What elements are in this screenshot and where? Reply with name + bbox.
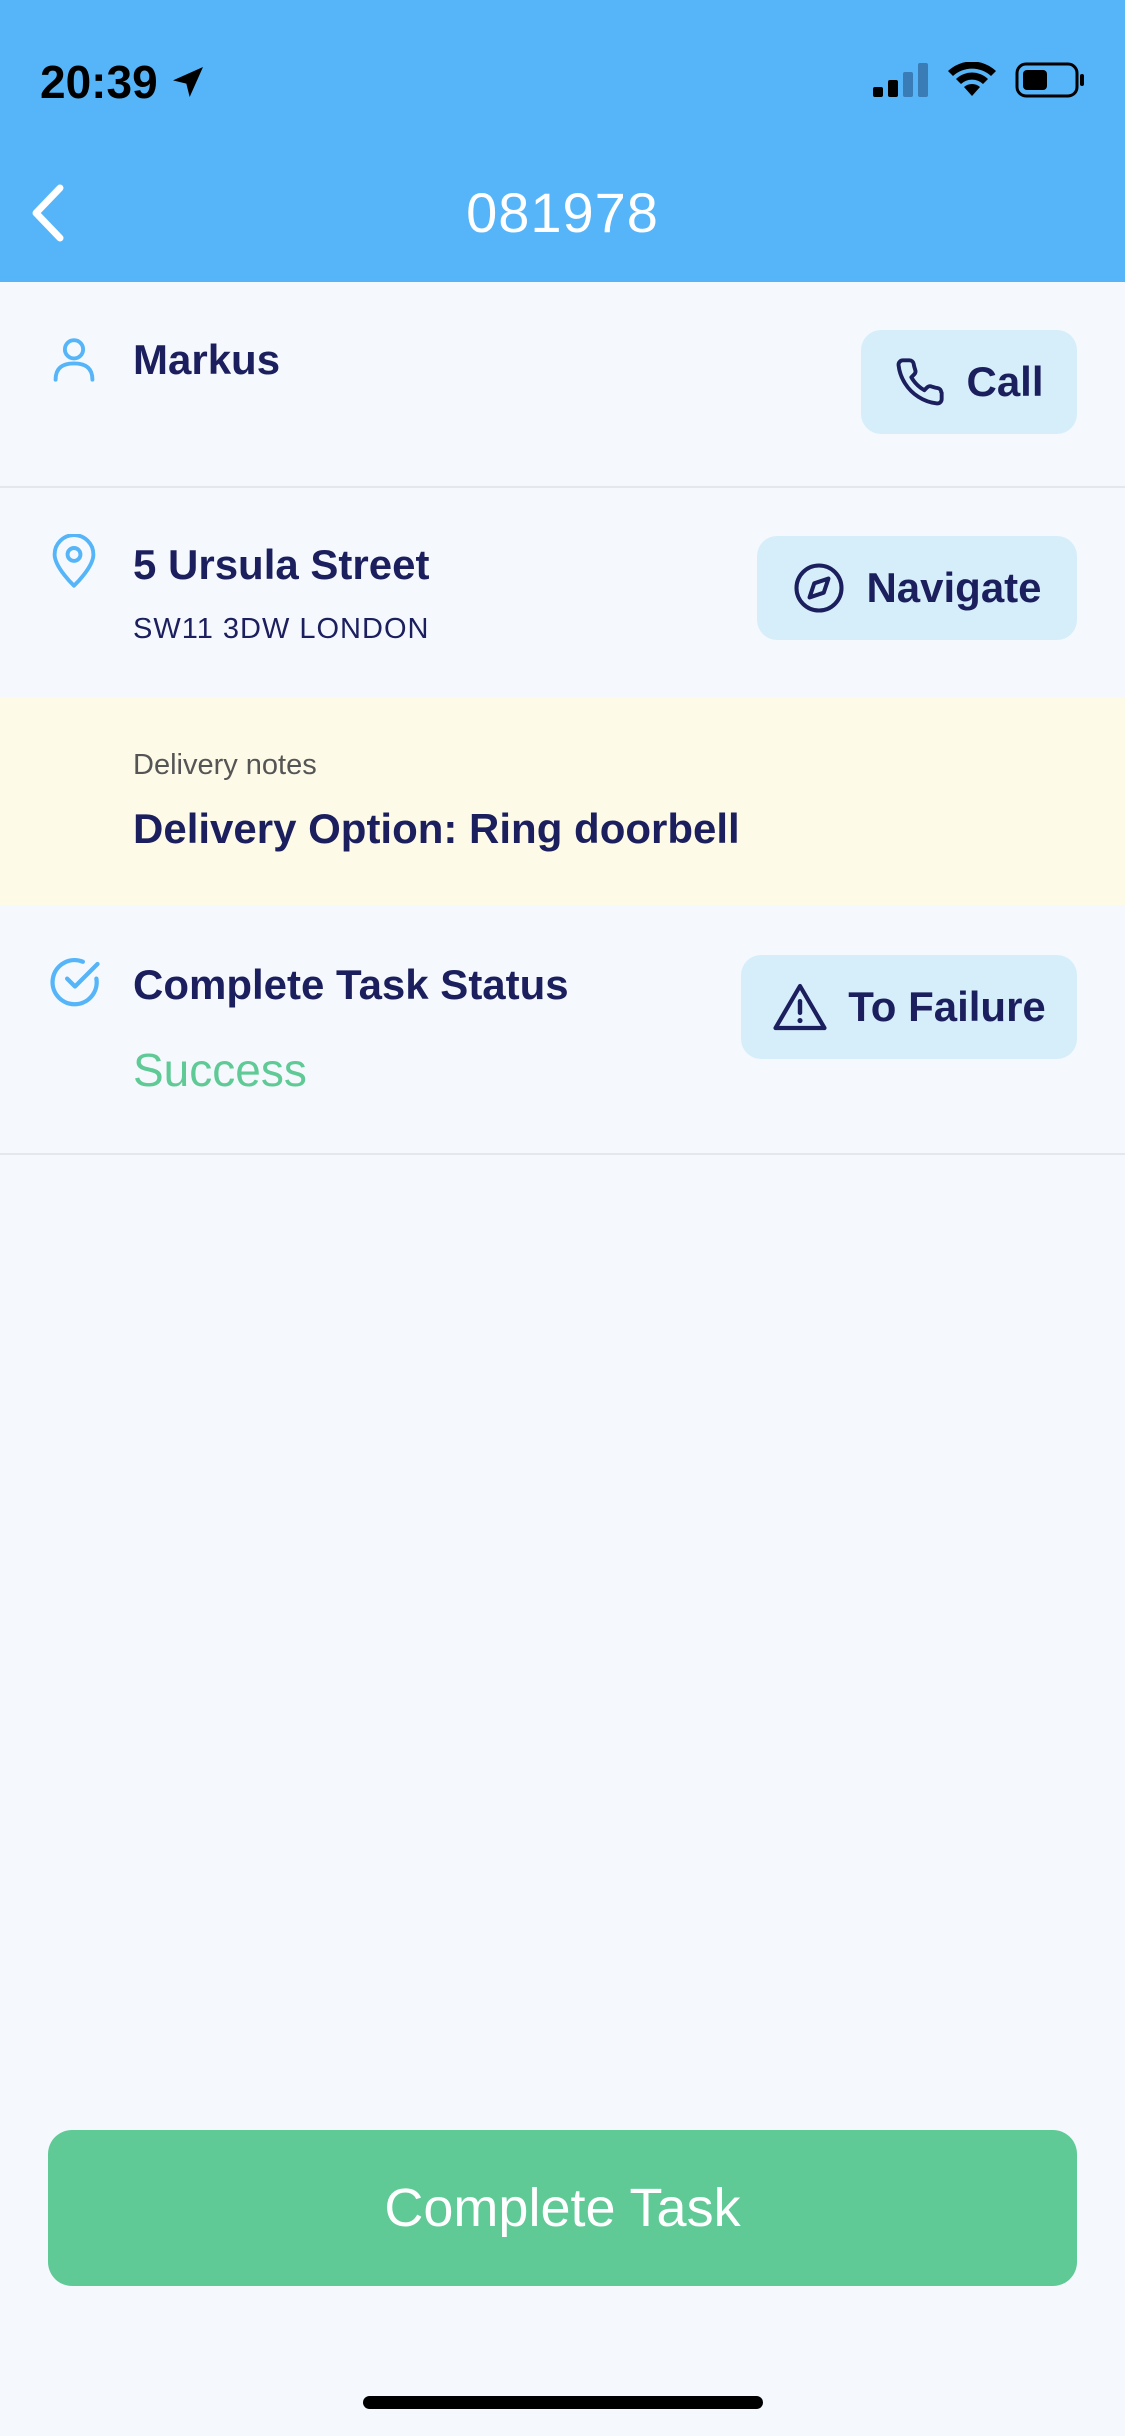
task-status-value: Success	[133, 1044, 307, 1096]
delivery-notes-label: Delivery notes	[133, 749, 317, 781]
status-time-text: 20:39	[40, 56, 158, 108]
delivery-notes-section: Delivery notes Delivery Option: Ring doo…	[0, 697, 1125, 905]
home-indicator	[363, 2396, 763, 2409]
task-status-title: Complete Task Status	[133, 961, 569, 1008]
postcode-city: SW11 3DW LONDON	[133, 613, 430, 645]
customer-section: Markus Call	[0, 282, 1125, 488]
complete-task-label: Complete Task	[384, 2178, 741, 2238]
status-time: 20:39	[40, 55, 208, 109]
compass-icon	[794, 563, 844, 613]
street-address: 5 Ursula Street	[133, 541, 430, 588]
call-label: Call	[966, 358, 1044, 405]
call-button[interactable]: Call	[861, 330, 1077, 434]
page-title: 081978	[466, 181, 659, 244]
status-indicators	[873, 62, 1085, 98]
battery-icon	[1015, 62, 1084, 98]
to-failure-label: To Failure	[848, 983, 1046, 1030]
check-circle-icon	[50, 958, 100, 1007]
customer-name: Markus	[133, 336, 281, 383]
app-header: 20:39 081978	[0, 0, 1125, 282]
wifi-icon	[948, 62, 996, 96]
navigate-label: Navigate	[866, 564, 1042, 611]
user-icon	[53, 338, 95, 382]
complete-task-button[interactable]: Complete Task	[48, 2130, 1077, 2286]
cellular-signal-icon	[873, 63, 928, 97]
navigate-button[interactable]: Navigate	[757, 536, 1077, 640]
address-section: 5 Ursula Street SW11 3DW LONDON Navigate	[0, 486, 1125, 697]
phone-icon	[897, 358, 945, 406]
location-arrow-icon	[172, 67, 203, 97]
delivery-notes-text: Delivery Option: Ring doorbell	[133, 805, 740, 852]
map-pin-icon	[52, 534, 96, 588]
warning-triangle-icon	[773, 983, 827, 1031]
to-failure-button[interactable]: To Failure	[741, 955, 1077, 1059]
task-status-section: Complete Task Status Success To Failure	[0, 905, 1125, 1155]
